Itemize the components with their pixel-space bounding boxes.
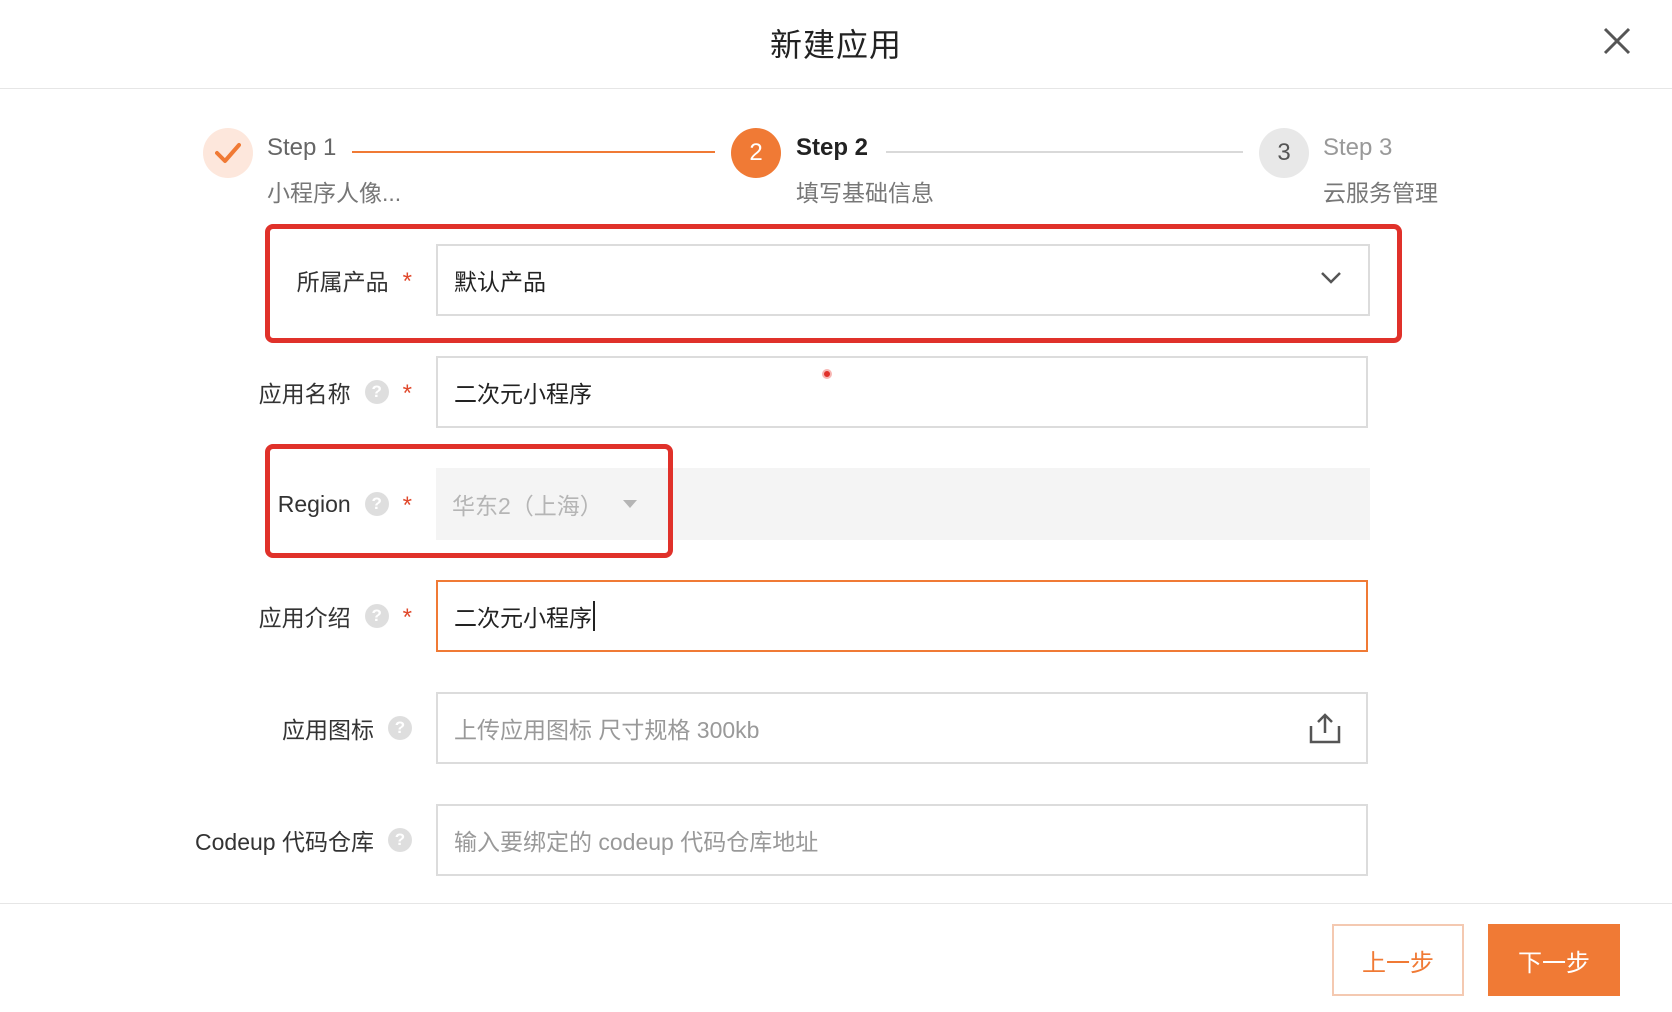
app-name-label-row: 应用名称 ? *	[200, 356, 412, 428]
required-mark: *	[402, 492, 412, 519]
app-icon-upload[interactable]: 上传应用图标 尺寸规格 300kb	[436, 692, 1368, 764]
app-icon-label: 应用图标	[282, 717, 374, 743]
product-label: 所属产品	[296, 269, 389, 295]
app-intro-input[interactable]: 二次元小程序	[436, 580, 1368, 652]
app-name-input[interactable]: 二次元小程序	[436, 356, 1368, 428]
dialog-header: 新建应用	[0, 0, 1672, 89]
close-button[interactable]	[1600, 24, 1634, 58]
chevron-down-icon	[1321, 272, 1341, 284]
app-icon-label-row: 应用图标 ?	[200, 692, 412, 764]
new-app-dialog: 新建应用 Step 1 小程序人像... 2 Step 2 填写基础信息 3 S…	[0, 0, 1672, 1012]
step-1-circle	[203, 128, 253, 178]
codeup-label-row: Codeup 代码仓库 ?	[100, 804, 412, 876]
step-2-connector	[886, 151, 1243, 153]
next-step-button[interactable]: 下一步	[1488, 924, 1620, 996]
codeup-label: Codeup 代码仓库	[195, 829, 374, 855]
app-intro-label-row: 应用介绍 ? *	[200, 580, 412, 652]
required-mark: *	[402, 604, 412, 631]
region-select-value: 华东2（上海）	[452, 493, 603, 519]
app-name-label: 应用名称	[258, 381, 351, 407]
dialog-title: 新建应用	[769, 27, 902, 63]
help-icon[interactable]: ?	[388, 828, 412, 852]
region-label-row: Region ? *	[200, 468, 412, 540]
region-label: Region	[277, 490, 351, 517]
app-icon-upload-placeholder: 上传应用图标 尺寸规格 300kb	[454, 717, 760, 743]
product-select[interactable]: 默认产品	[436, 244, 1370, 316]
check-icon	[215, 143, 241, 163]
help-icon[interactable]: ?	[388, 716, 412, 740]
text-cursor	[593, 601, 595, 631]
product-select-value: 默认产品	[454, 269, 546, 295]
help-icon[interactable]: ?	[364, 604, 389, 628]
step-1-description: 小程序人像...	[267, 180, 402, 206]
app-intro-input-value: 二次元小程序	[454, 605, 592, 631]
help-icon[interactable]: ?	[364, 492, 389, 516]
region-select: 华东2（上海）	[436, 468, 1370, 540]
step-1-connector	[352, 151, 715, 153]
prev-step-button[interactable]: 上一步	[1332, 924, 1464, 996]
footer-divider	[0, 903, 1672, 904]
step-2-circle: 2	[731, 128, 781, 178]
app-name-input-value: 二次元小程序	[454, 381, 592, 407]
annotation-dot	[822, 369, 832, 379]
caret-down-icon	[622, 500, 637, 508]
required-mark: *	[402, 380, 412, 407]
step-3-circle: 3	[1259, 128, 1309, 178]
step-1-title: Step 1	[267, 134, 337, 161]
close-icon	[1603, 27, 1631, 55]
step-3-title: Step 3	[1323, 134, 1393, 161]
step-2-description: 填写基础信息	[796, 180, 934, 206]
product-label-row: 所属产品 *	[270, 244, 412, 316]
help-icon[interactable]: ?	[364, 380, 389, 404]
step-2-title: Step 2	[796, 134, 869, 161]
step-3-description: 云服务管理	[1323, 180, 1438, 206]
codeup-repo-input[interactable]: 输入要绑定的 codeup 代码仓库地址	[436, 804, 1368, 876]
app-intro-label: 应用介绍	[258, 605, 351, 631]
codeup-repo-placeholder: 输入要绑定的 codeup 代码仓库地址	[454, 829, 819, 855]
upload-icon[interactable]	[1308, 711, 1342, 745]
required-mark: *	[402, 268, 412, 295]
